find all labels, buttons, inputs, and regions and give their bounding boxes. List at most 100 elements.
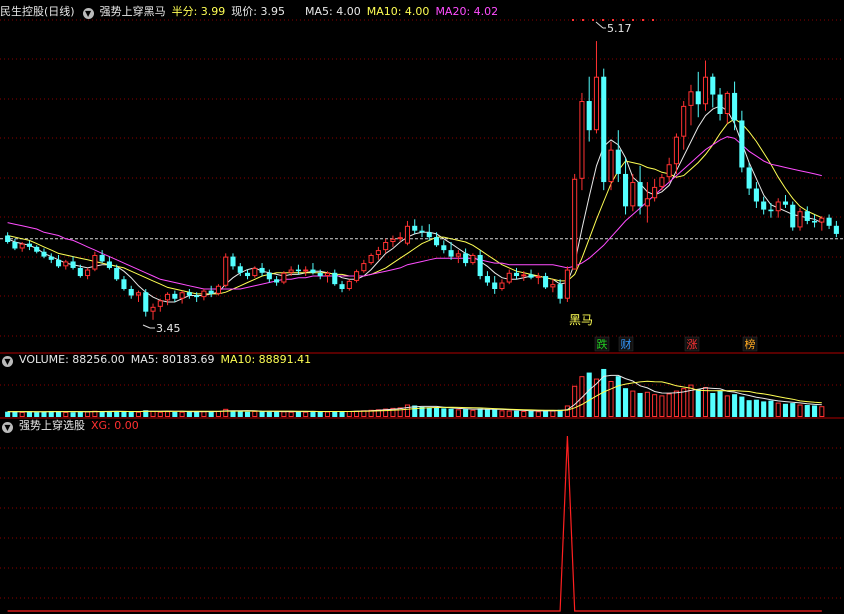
candle-body — [150, 306, 156, 312]
volume-bar — [448, 408, 454, 417]
candle-body — [106, 261, 112, 268]
chevron-down-icon[interactable]: ▼ — [2, 422, 13, 433]
candle — [717, 88, 723, 121]
volume-bar — [150, 410, 156, 417]
volume-bar — [441, 408, 447, 417]
candlestick-series — [5, 41, 839, 320]
indicator-name: 强势上穿黑马 — [99, 5, 166, 18]
candle-body — [666, 164, 672, 178]
candle — [419, 225, 425, 238]
candle-body — [630, 182, 636, 207]
candle — [782, 195, 789, 208]
candle — [732, 81, 738, 131]
volume-bar — [339, 411, 345, 417]
candle — [310, 263, 316, 275]
candle-body — [601, 76, 607, 183]
candle — [463, 248, 469, 267]
marker-1: 跌 — [594, 336, 610, 352]
volume-bar — [433, 407, 440, 417]
volume-bar — [266, 411, 272, 417]
top-tick — [612, 19, 614, 21]
candle — [724, 91, 730, 124]
candle-body — [208, 290, 214, 294]
top-tick — [592, 19, 594, 21]
volume-bar — [463, 409, 469, 417]
candle-body — [179, 292, 185, 299]
candle-body — [710, 76, 716, 95]
volume-bar — [499, 410, 505, 417]
candle-body — [317, 272, 323, 277]
candle-body — [623, 173, 629, 207]
candle-body — [448, 250, 454, 257]
candle — [332, 269, 338, 286]
candle — [506, 269, 512, 285]
candle-body — [339, 284, 345, 290]
volume-bar — [513, 410, 520, 417]
candle-body — [441, 245, 447, 251]
candle — [441, 240, 447, 254]
candle — [92, 251, 98, 272]
candle — [564, 266, 570, 302]
volume-bar — [550, 410, 556, 418]
volume-bar — [644, 391, 650, 418]
candle — [244, 269, 251, 280]
stock-name: 民生控股(日线) — [0, 5, 75, 18]
candle-body — [295, 269, 301, 272]
candle-body — [404, 225, 411, 244]
volume-bar — [106, 411, 112, 417]
candle-body — [484, 276, 490, 283]
candle — [143, 289, 149, 317]
candle-body — [535, 276, 541, 279]
volume-bar — [695, 389, 701, 417]
candle-body — [833, 225, 839, 234]
chevron-down-icon[interactable]: ▼ — [82, 8, 94, 19]
volume-bar — [623, 388, 629, 417]
candle — [346, 279, 352, 291]
candle — [412, 219, 418, 234]
candle-body — [361, 263, 367, 272]
candle-body — [244, 272, 251, 277]
half-label: 半分: 3.99 — [171, 5, 226, 18]
candle-body — [608, 149, 614, 183]
candle-body — [673, 136, 679, 165]
grid-lines — [0, 19, 844, 599]
candle-body — [492, 282, 498, 290]
candle — [230, 253, 236, 270]
volume-ma10-label: MA10: 88891.41 — [220, 353, 312, 366]
volume-bar — [215, 410, 221, 417]
marker-4: 榜 — [742, 336, 758, 352]
candle — [623, 157, 629, 215]
candle — [5, 232, 11, 244]
chevron-down-icon[interactable]: ▼ — [2, 356, 13, 367]
candle-body — [332, 272, 338, 285]
candle-body — [564, 269, 570, 299]
volume-bar — [630, 390, 636, 417]
volume-bar — [543, 410, 549, 417]
candle — [34, 245, 40, 254]
candle — [172, 290, 178, 302]
candle — [637, 165, 643, 215]
volume-bar — [332, 411, 338, 417]
candle — [601, 68, 607, 191]
candle-body — [346, 280, 352, 290]
volume-bar — [85, 411, 91, 418]
candle-body — [55, 259, 62, 267]
candle — [688, 84, 694, 126]
volume-bar — [608, 380, 614, 417]
candle — [303, 266, 309, 277]
candle-body — [804, 211, 810, 221]
candle-body — [165, 293, 171, 301]
candle-body — [419, 230, 425, 233]
candle — [281, 271, 287, 285]
marker-text: 跌 — [597, 337, 608, 351]
candle — [404, 220, 411, 246]
candle-body — [724, 92, 730, 114]
candle — [819, 216, 825, 231]
candle — [812, 214, 818, 228]
volume-bar — [237, 411, 243, 417]
volume-bar — [281, 411, 287, 417]
candle-body — [259, 267, 265, 273]
volume-bar — [797, 404, 803, 417]
candle-body — [77, 267, 83, 277]
candle — [550, 279, 556, 293]
